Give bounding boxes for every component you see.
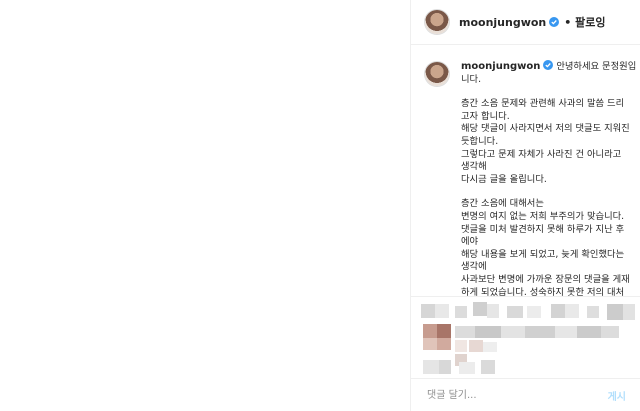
caption: moonjungwon 안녕하세요 문정원입 니다. 층간 소음 문제와 관련해… (411, 46, 640, 296)
verified-badge-icon (549, 17, 560, 27)
caption-text-line: 에야 (461, 236, 479, 248)
caption-text-line: 생각해 (461, 161, 487, 173)
caption-text-line: 듯합니다. (461, 135, 499, 147)
caption-paragraph-2: 층간 소음에 대해서는 변명의 여지 없는 저희 부주의가 맞습니다. 댓글을 … (461, 198, 636, 296)
caption-text-line: 해당 댓글이 사라지면서 저의 댓글도 지워진 (461, 123, 630, 135)
caption-text-line: 층간 소음에 대해서는 (461, 198, 544, 210)
comment-input[interactable] (425, 388, 608, 402)
verified-badge-icon (543, 60, 554, 70)
caption-text-line: 다시금 글을 올립니다. (461, 173, 547, 185)
caption-text-line: 변명의 여지 없는 저희 부주의가 맞습니다. (461, 210, 625, 222)
comments-scroll-area[interactable]: moonjungwon 안녕하세요 문정원입 니다. 층간 소음 문제와 관련해… (411, 46, 640, 296)
caption-text-line: 층간 소음 문제와 관련해 사과의 말씀 드리 (461, 98, 625, 110)
post-header: moonjungwon • 팔로잉 (411, 0, 640, 45)
caption-body: moonjungwon 안녕하세요 문정원입 니다. 층간 소음 문제와 관련해… (461, 60, 636, 296)
following-button[interactable]: • 팔로잉 (564, 14, 605, 30)
caption-username[interactable]: moonjungwon (461, 61, 540, 72)
post-comment-button[interactable]: 게시 (608, 388, 626, 403)
header-username[interactable]: moonjungwon (459, 16, 546, 29)
caption-text-line: 니다. (461, 73, 482, 85)
caption-text-line: 사과보단 변명에 가까운 장문의 댓글을 게재 (461, 273, 630, 285)
post-image-area (0, 0, 410, 411)
divider (411, 296, 640, 297)
caption-avatar[interactable] (425, 62, 449, 86)
caption-text-line: 하게 되었습니다. 성숙하지 못한 저의 대처 (461, 286, 625, 297)
caption-text-line: 생각에 (461, 261, 487, 273)
pixelated-redacted-area (411, 300, 640, 378)
caption-text-line: 고자 합니다. (461, 110, 510, 122)
post-side-panel: moonjungwon • 팔로잉 moonjungwon 안녕하세요 문정원입… (410, 0, 640, 411)
add-comment-bar: 게시 (411, 378, 640, 411)
caption-text-line: 댓글을 미처 발견하지 못해 하루가 지난 후 (461, 223, 625, 235)
caption-paragraph-1: 층간 소음 문제와 관련해 사과의 말씀 드리 고자 합니다. 해당 댓글이 사… (461, 98, 636, 186)
avatar[interactable] (425, 10, 449, 34)
caption-text-line: 해당 내용을 보게 되었고, 늦게 확인했다는 (461, 248, 625, 260)
caption-text-line: 안녕하세요 문정원입 (556, 61, 637, 72)
caption-text-line: 그렇다고 문제 자체가 사라진 건 아니라고 (461, 148, 622, 160)
